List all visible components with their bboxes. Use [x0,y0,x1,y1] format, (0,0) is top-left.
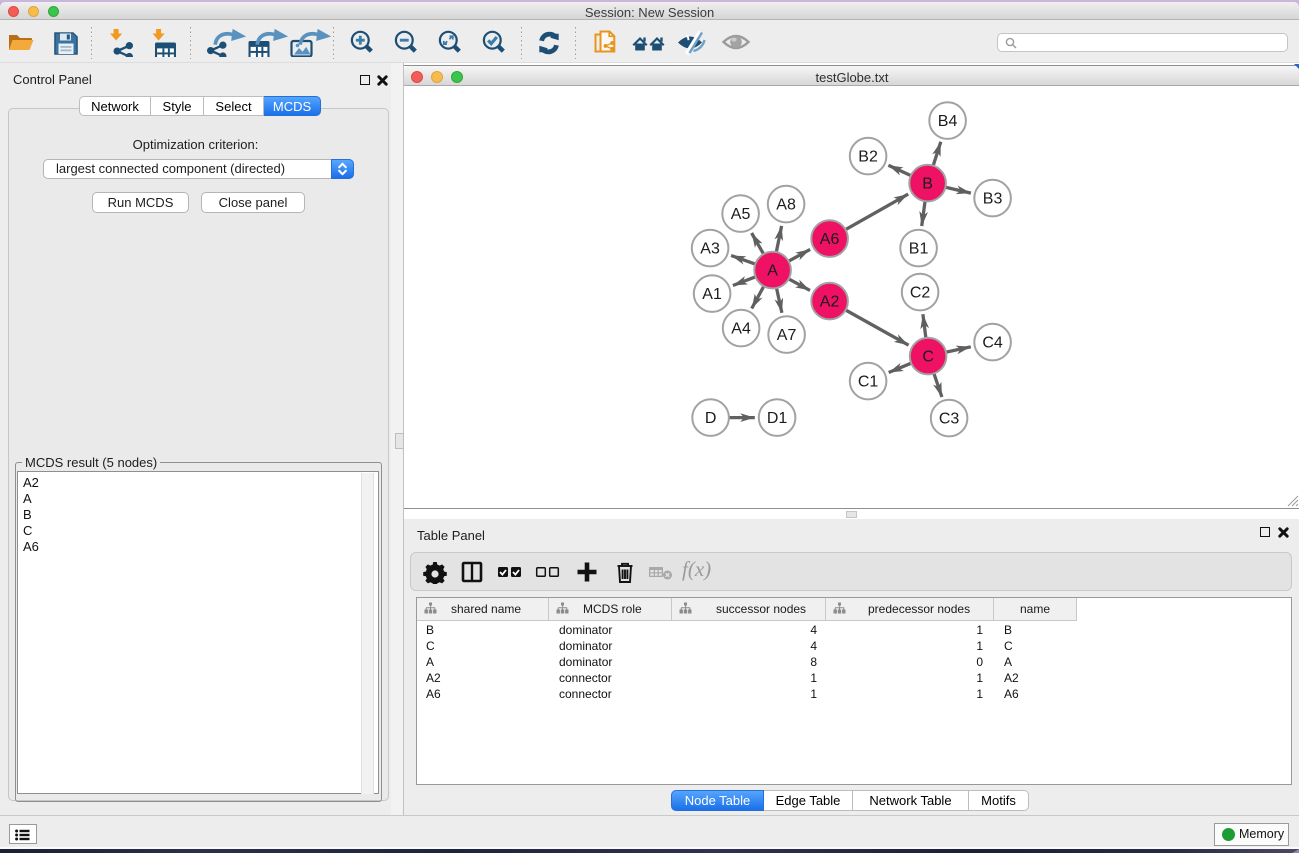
svg-text:D1: D1 [767,410,788,427]
svg-text:A5: A5 [731,206,751,223]
svg-text:C1: C1 [858,374,879,391]
svg-text:A6: A6 [820,231,840,248]
svg-text:C3: C3 [939,411,960,428]
svg-text:B2: B2 [858,149,878,166]
svg-text:C2: C2 [910,285,931,302]
svg-text:A1: A1 [702,286,722,303]
svg-text:B: B [922,176,933,193]
svg-text:A7: A7 [777,327,797,344]
svg-text:C: C [922,349,934,366]
svg-text:D: D [705,410,717,427]
svg-text:A8: A8 [776,197,796,214]
svg-text:B1: B1 [909,241,929,258]
svg-text:B4: B4 [938,113,958,130]
svg-text:A4: A4 [731,321,751,338]
svg-text:A2: A2 [820,294,840,311]
svg-text:A3: A3 [700,241,720,258]
svg-text:A: A [767,263,778,280]
svg-text:C4: C4 [982,335,1003,352]
svg-text:B3: B3 [983,191,1003,208]
